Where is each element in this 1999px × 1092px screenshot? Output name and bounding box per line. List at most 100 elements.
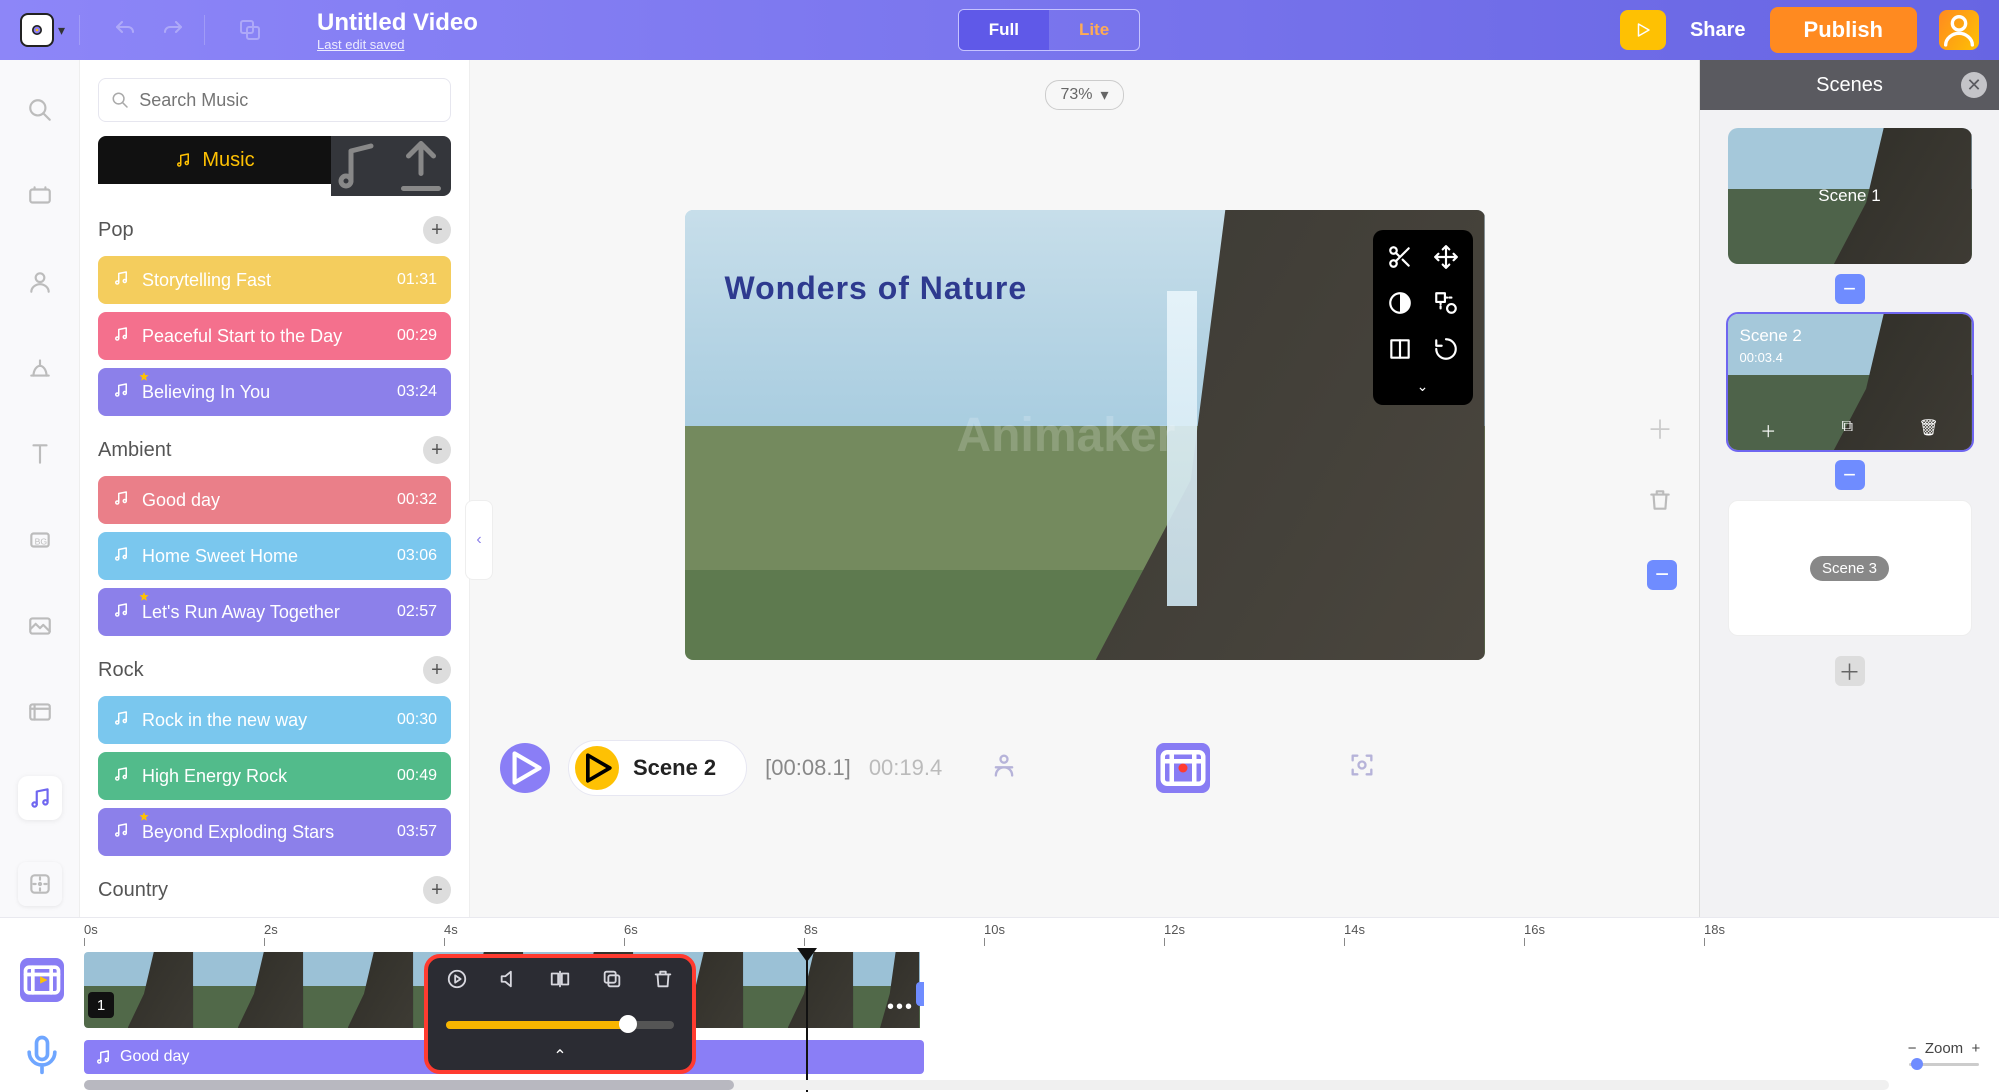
timeline-play-button[interactable] (500, 743, 550, 793)
popup-duplicate-icon[interactable] (601, 968, 623, 995)
music-note-icon (112, 545, 142, 568)
rail-library-icon[interactable] (18, 174, 62, 218)
logo-menu-chevron-icon[interactable]: ▾ (58, 22, 65, 39)
project-title[interactable]: Untitled Video (317, 9, 478, 37)
app-logo[interactable] (20, 13, 54, 47)
scene-play-icon[interactable] (575, 746, 619, 790)
track-duration: 00:32 (397, 491, 437, 509)
category-add-button[interactable]: + (423, 436, 451, 464)
contrast-icon[interactable] (1383, 286, 1417, 320)
music-track[interactable]: Peaceful Start to the Day 00:29 (98, 312, 451, 360)
category-add-button[interactable]: + (423, 216, 451, 244)
popup-caret-icon[interactable]: ⌃ (553, 1046, 566, 1066)
music-tab[interactable]: Music (98, 136, 331, 184)
timeline-video-track-icon[interactable] (20, 958, 64, 1002)
rail-search-icon[interactable] (18, 88, 62, 132)
timeline-audio-track-icon[interactable] (20, 1032, 64, 1076)
add-scene-button[interactable]: ＋ (1835, 656, 1865, 686)
popup-delete-icon[interactable] (652, 968, 674, 995)
scene-add-icon[interactable]: ＋ (1760, 418, 1776, 442)
track-name: Beyond Exploding Stars (142, 822, 334, 843)
canvas-zoom-dropdown[interactable]: 73%▾ (1045, 80, 1123, 110)
scene-card-empty[interactable]: Scene 3 (1728, 500, 1972, 636)
track-name: Good day (142, 490, 220, 511)
playhead[interactable] (806, 952, 808, 1092)
timeline-scrollbar[interactable] (84, 1080, 1889, 1090)
delete-element-icon[interactable] (1647, 487, 1677, 520)
scenes-close-icon[interactable]: ✕ (1961, 72, 1987, 98)
track-name: Let's Run Away Together (142, 602, 340, 623)
scene-delete-icon[interactable]: 🗑 (1918, 418, 1938, 442)
zoom-plus[interactable]: + (1972, 1040, 1981, 1057)
redo-icon[interactable] (156, 13, 190, 47)
category-add-button[interactable]: + (423, 656, 451, 684)
scene-settings-icon[interactable] (1156, 743, 1210, 793)
clip-start-index: 1 (88, 992, 114, 1018)
rail-characters-icon[interactable] (18, 260, 62, 304)
preview-play-button[interactable] (1620, 10, 1666, 50)
editor-mode-toggle[interactable]: Full Lite (958, 9, 1140, 51)
zoom-label: Zoom (1925, 1040, 1963, 1057)
tool-expand-chevron-icon[interactable]: ⌄ (1383, 378, 1463, 395)
rail-text-icon[interactable] (18, 432, 62, 476)
scene-gap-button[interactable]: − (1835, 460, 1865, 490)
track-duration: 03:24 (397, 383, 437, 401)
scene-card[interactable]: Scene 200:03.4＋⧉🗑 (1728, 314, 1972, 450)
music-search-input[interactable] (139, 90, 438, 111)
rail-images-icon[interactable] (18, 604, 62, 648)
rail-video-icon[interactable] (18, 690, 62, 734)
music-note-icon (112, 765, 142, 788)
popup-split-icon[interactable] (549, 968, 571, 995)
zoom-minus[interactable]: − (1908, 1040, 1917, 1057)
clip-trim-handle[interactable] (916, 982, 924, 1006)
music-track[interactable]: Home Sweet Home 03:06 (98, 532, 451, 580)
music-track[interactable]: Let's Run Away Together 02:57 (98, 588, 451, 636)
publish-button[interactable]: Publish (1770, 7, 1917, 53)
music-track[interactable]: Good day 00:32 (98, 476, 451, 524)
mode-lite[interactable]: Lite (1049, 10, 1139, 50)
music-track[interactable]: Beyond Exploding Stars 03:57 (98, 808, 451, 856)
track-name: Home Sweet Home (142, 546, 298, 567)
layers-icon[interactable] (233, 13, 267, 47)
swap-icon[interactable] (1429, 286, 1463, 320)
music-search[interactable] (98, 78, 451, 122)
split-icon[interactable] (1383, 332, 1417, 366)
rail-effects-icon[interactable] (18, 862, 62, 906)
volume-knob[interactable] (619, 1015, 637, 1033)
character-sync-icon[interactable] (990, 751, 1018, 786)
remove-scene-button[interactable]: − (1647, 560, 1677, 590)
scene-gap-button[interactable]: − (1835, 274, 1865, 304)
scene-card[interactable]: Scene 1 (1728, 128, 1972, 264)
music-track[interactable]: Storytelling Fast 01:31 (98, 256, 451, 304)
music-sfx-tab[interactable] (331, 136, 391, 196)
music-note-icon (94, 1048, 112, 1066)
volume-slider[interactable] (446, 1021, 674, 1029)
focus-icon[interactable] (1348, 751, 1376, 786)
cut-icon[interactable] (1383, 240, 1417, 274)
category-add-button[interactable]: + (423, 876, 451, 904)
add-element-icon[interactable]: ＋ (1647, 410, 1677, 447)
reset-icon[interactable] (1429, 332, 1463, 366)
music-track[interactable]: High Energy Rock 00:49 (98, 752, 451, 800)
scene-duplicate-icon[interactable]: ⧉ (1842, 418, 1853, 442)
popup-mute-icon[interactable] (498, 968, 520, 995)
music-upload-tab[interactable] (391, 136, 451, 196)
share-button[interactable]: Share (1690, 19, 1746, 42)
popup-play-icon[interactable] (446, 968, 468, 995)
track-duration: 01:31 (397, 271, 437, 289)
music-track[interactable]: Rock in the new way 00:30 (98, 696, 451, 744)
slide-title-text[interactable]: Wonders of Nature (725, 270, 1028, 307)
scene-selector[interactable]: Scene 2 (568, 740, 747, 796)
rail-bg-icon[interactable]: BG (18, 518, 62, 562)
rail-props-icon[interactable] (18, 346, 62, 390)
music-track[interactable]: Believing In You 03:24 (98, 368, 451, 416)
move-icon[interactable] (1429, 240, 1463, 274)
rail-music-icon[interactable] (18, 776, 62, 820)
mode-full[interactable]: Full (959, 10, 1049, 50)
save-status[interactable]: Last edit saved (317, 37, 478, 52)
clip-menu-icon[interactable]: ••• (887, 996, 914, 1019)
zoom-slider[interactable] (1909, 1063, 1979, 1066)
undo-icon[interactable] (108, 13, 142, 47)
video-stage[interactable]: Wonders of Nature Animaker ⌄ (685, 210, 1485, 660)
user-avatar[interactable] (1939, 10, 1979, 50)
